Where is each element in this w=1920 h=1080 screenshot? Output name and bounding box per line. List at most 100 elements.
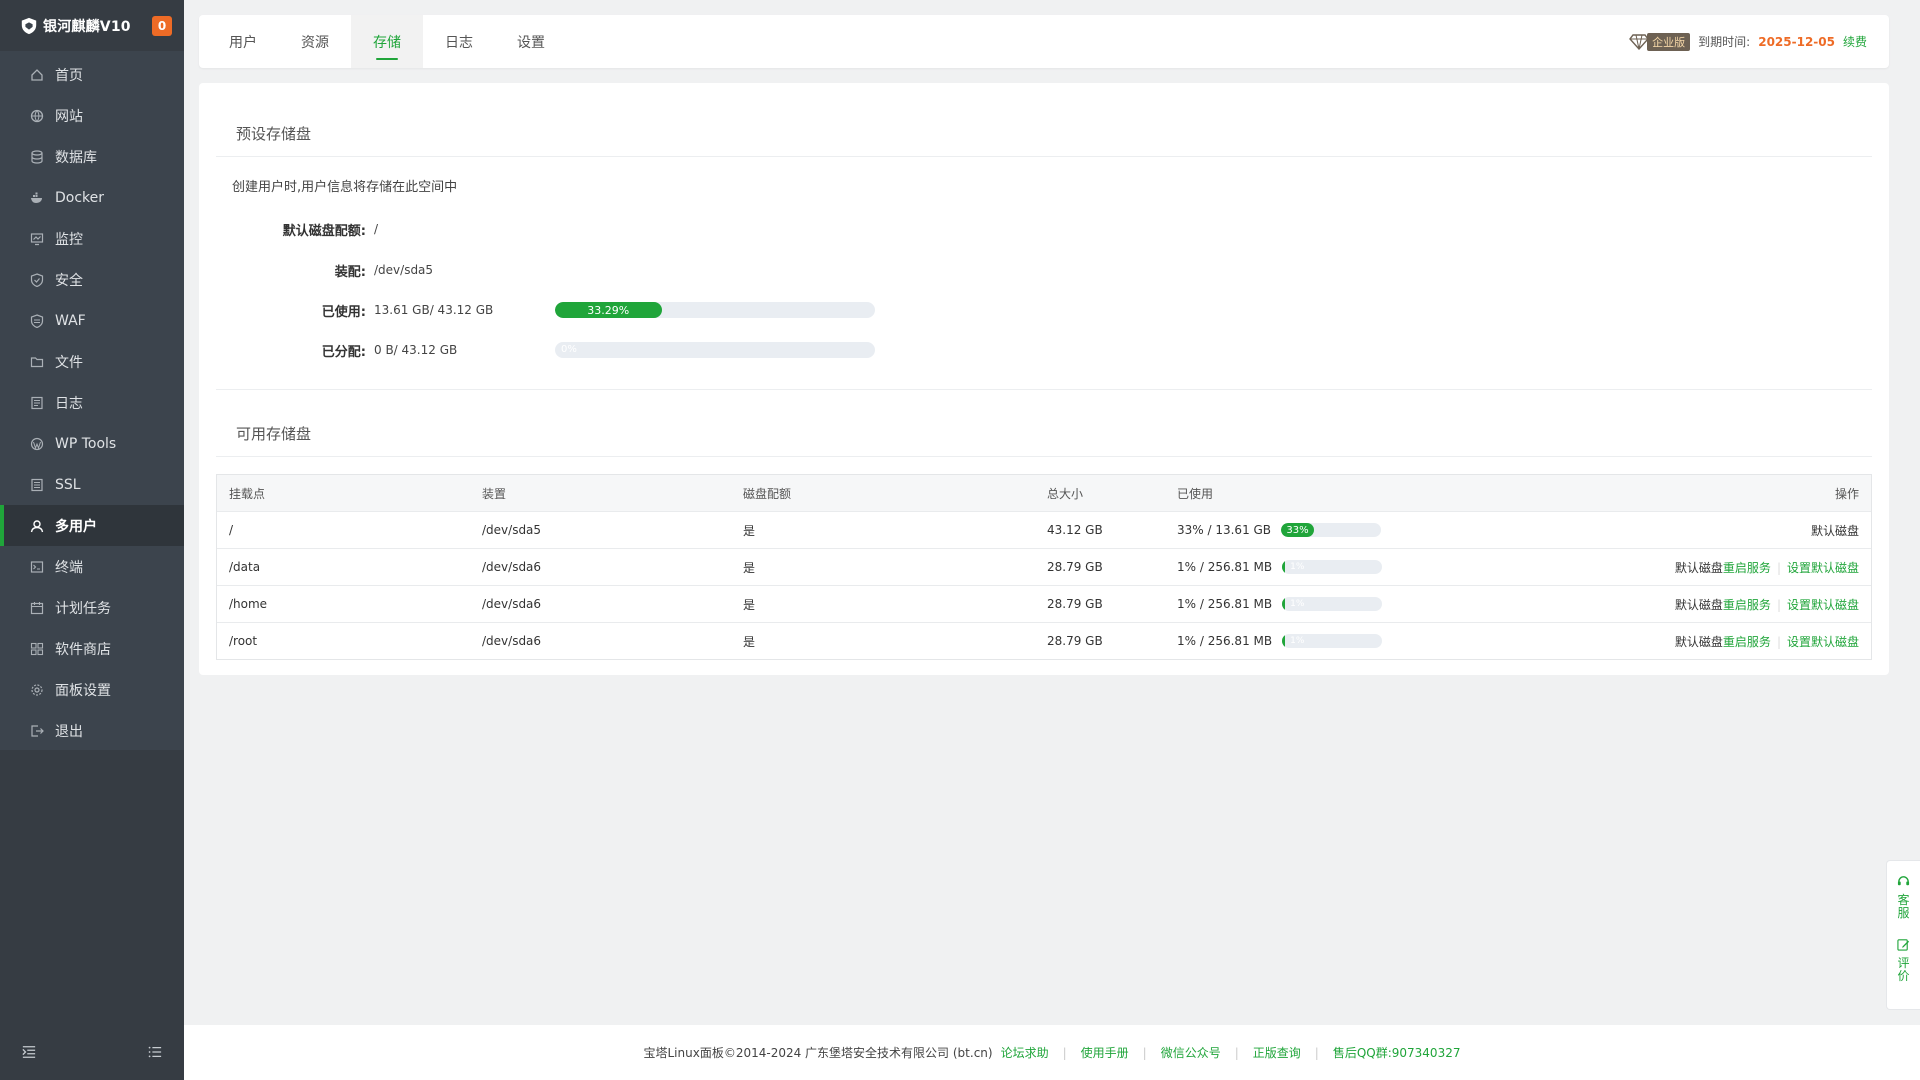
sidebar-item-label: 计划任务 xyxy=(55,600,111,617)
tab-1[interactable]: 资源 xyxy=(279,15,351,68)
sidebar-item-label: 监控 xyxy=(55,231,83,248)
default-disk-text: 默认磁盘 xyxy=(1674,634,1723,649)
tab-list: 用户 资源 存储 日志 设置 xyxy=(199,15,567,68)
cell-actions: 默认磁盘重启服务 | 设置默认磁盘 xyxy=(1477,633,1871,650)
list-menu-icon[interactable] xyxy=(148,1045,164,1061)
sidebar-item-14[interactable]: 软件商店 xyxy=(0,628,184,669)
footer: 宝塔Linux面板©2014-2024 广东堡塔安全技术有限公司 (bt.cn)… xyxy=(184,1025,1920,1080)
globe-icon xyxy=(30,109,44,123)
shield-icon xyxy=(30,272,44,287)
tab-4[interactable]: 设置 xyxy=(495,15,567,68)
folder-icon xyxy=(30,355,44,369)
allocated-value: 0 B/ 43.12 GB xyxy=(374,343,458,357)
allocated-label: 已分配: xyxy=(321,344,366,360)
sidebar-item-12[interactable]: 终端 xyxy=(0,546,184,587)
cell-device: /dev/sda6 xyxy=(482,597,542,611)
storage-panel: 预设存储盘 创建用户时,用户信息将存储在此空间中 默认磁盘配额: / 装配: /… xyxy=(199,83,1889,675)
divider: | xyxy=(1776,597,1781,612)
sidebar-item-8[interactable]: 日志 xyxy=(0,382,184,423)
tab-0[interactable]: 用户 xyxy=(207,15,279,68)
sidebar-item-2[interactable]: 数据库 xyxy=(0,136,184,177)
row-used-percent: 1% xyxy=(1290,636,1305,646)
divider xyxy=(216,389,1872,390)
preset-description: 创建用户时,用户信息将存储在此空间中 xyxy=(232,180,458,195)
set-default-disk-link[interactable]: 设置默认磁盘 xyxy=(1787,561,1859,575)
row-used-fill xyxy=(1282,597,1286,611)
sidebar-item-label: 软件商店 xyxy=(55,641,111,658)
col-used: 已使用 xyxy=(1177,486,1214,501)
terminal-icon xyxy=(30,560,44,574)
sidebar-item-1[interactable]: 网站 xyxy=(0,95,184,136)
sidebar-item-7[interactable]: 文件 xyxy=(0,341,184,382)
table-header: 挂载点 装置 磁盘配额 总大小 已使用 操作 xyxy=(217,475,1871,511)
sidebar-item-label: Docker xyxy=(55,189,105,206)
enterprise-badge[interactable]: 企业版 xyxy=(1629,32,1691,51)
collapse-sidebar-icon[interactable] xyxy=(22,1045,38,1061)
set-default-disk-link[interactable]: 设置默认磁盘 xyxy=(1787,635,1859,649)
expire-label: 到期时间: xyxy=(1698,35,1751,49)
col-mount: 挂载点 xyxy=(229,486,266,501)
sidebar-item-9[interactable]: WP Tools xyxy=(0,423,184,464)
floating-help-bar: 客服 评价 xyxy=(1886,860,1920,1010)
used-text: 33% / 13.61 GB xyxy=(1177,523,1272,537)
restart-service-link[interactable]: 重启服务 xyxy=(1723,561,1771,575)
sidebar-item-label: 退出 xyxy=(55,723,83,740)
edit-icon xyxy=(1897,938,1910,954)
manual-link[interactable]: 使用手册 xyxy=(1081,1044,1129,1061)
edition-label: 企业版 xyxy=(1647,32,1691,51)
col-device: 装置 xyxy=(482,486,507,501)
cell-used: 1% / 256.81 MB 1% xyxy=(1177,560,1477,574)
renew-link[interactable]: 续费 xyxy=(1843,33,1867,50)
sidebar-item-10[interactable]: SSL xyxy=(0,464,184,505)
tab-2[interactable]: 存储 xyxy=(351,15,423,68)
copyright: 宝塔Linux面板©2014-2024 广东堡塔安全技术有限公司 (bt.cn) xyxy=(643,1046,993,1060)
sidebar-item-3[interactable]: Docker xyxy=(0,177,184,218)
license-check-link[interactable]: 正版查询 xyxy=(1253,1044,1301,1061)
cell-actions: 默认磁盘 xyxy=(1477,522,1871,539)
review-label: 评价 xyxy=(1897,956,1910,983)
review-button[interactable]: 评价 xyxy=(1897,938,1910,983)
forum-link[interactable]: 论坛求助 xyxy=(1001,1044,1049,1061)
sidebar-item-label: 日志 xyxy=(55,395,83,412)
sidebar-item-4[interactable]: 监控 xyxy=(0,218,184,259)
restart-service-link[interactable]: 重启服务 xyxy=(1723,598,1771,612)
col-actions: 操作 xyxy=(1834,486,1859,501)
tab-3[interactable]: 日志 xyxy=(423,15,495,68)
row-used-bar: 1% xyxy=(1282,560,1383,574)
sidebar-item-13[interactable]: 计划任务 xyxy=(0,587,184,628)
cell-mount: /data xyxy=(229,560,261,574)
row-used-bar: 1% xyxy=(1282,634,1383,648)
ssl-icon xyxy=(30,478,44,492)
divider xyxy=(216,456,1872,457)
sidebar-item-6[interactable]: WAF xyxy=(0,300,184,341)
sidebar-item-16[interactable]: 退出 xyxy=(0,710,184,751)
sidebar-item-0[interactable]: 首页 xyxy=(0,54,184,95)
set-default-disk-link[interactable]: 设置默认磁盘 xyxy=(1787,598,1859,612)
license-info: 企业版 到期时间: 2025-12-05 续费 xyxy=(1629,15,1889,68)
cell-total: 43.12 GB xyxy=(1047,523,1103,537)
brand-title[interactable]: 银河麒麟V10 xyxy=(43,16,152,36)
cell-total: 28.79 GB xyxy=(1047,634,1103,648)
divider: | xyxy=(1142,1045,1147,1060)
customer-service-button[interactable]: 客服 xyxy=(1897,875,1910,920)
qq-group-link[interactable]: 售后QQ群:907340327 xyxy=(1333,1044,1461,1061)
used-field: 已使用: 13.61 GB/ 43.12 GB xyxy=(199,300,493,320)
sidebar-item-15[interactable]: 面板设置 xyxy=(0,669,184,710)
sidebar-item-11[interactable]: 多用户 xyxy=(0,505,184,546)
default-disk-text: 默认磁盘 xyxy=(1810,523,1859,538)
cell-mount: /root xyxy=(229,634,258,648)
sidebar-item-5[interactable]: 安全 xyxy=(0,259,184,300)
notification-badge[interactable]: 0 xyxy=(152,15,172,36)
col-quota: 磁盘配额 xyxy=(743,486,792,501)
cell-quota: 是 xyxy=(743,523,756,538)
used-text: 1% / 256.81 MB xyxy=(1177,634,1273,648)
sidebar-item-label: 数据库 xyxy=(55,149,97,166)
restart-service-link[interactable]: 重启服务 xyxy=(1723,635,1771,649)
brand-shield-icon xyxy=(20,17,38,35)
cell-mount: / xyxy=(229,523,234,537)
cell-actions: 默认磁盘重启服务 | 设置默认磁盘 xyxy=(1477,559,1871,576)
allocated-progress-bar: 0% xyxy=(555,342,875,358)
table-row: / /dev/sda5 是 43.12 GB 33% / 13.61 GB 33% 默认磁盘 xyxy=(217,511,1871,548)
wechat-link[interactable]: 微信公众号 xyxy=(1161,1044,1221,1061)
row-used-bar: 33% xyxy=(1281,523,1382,537)
